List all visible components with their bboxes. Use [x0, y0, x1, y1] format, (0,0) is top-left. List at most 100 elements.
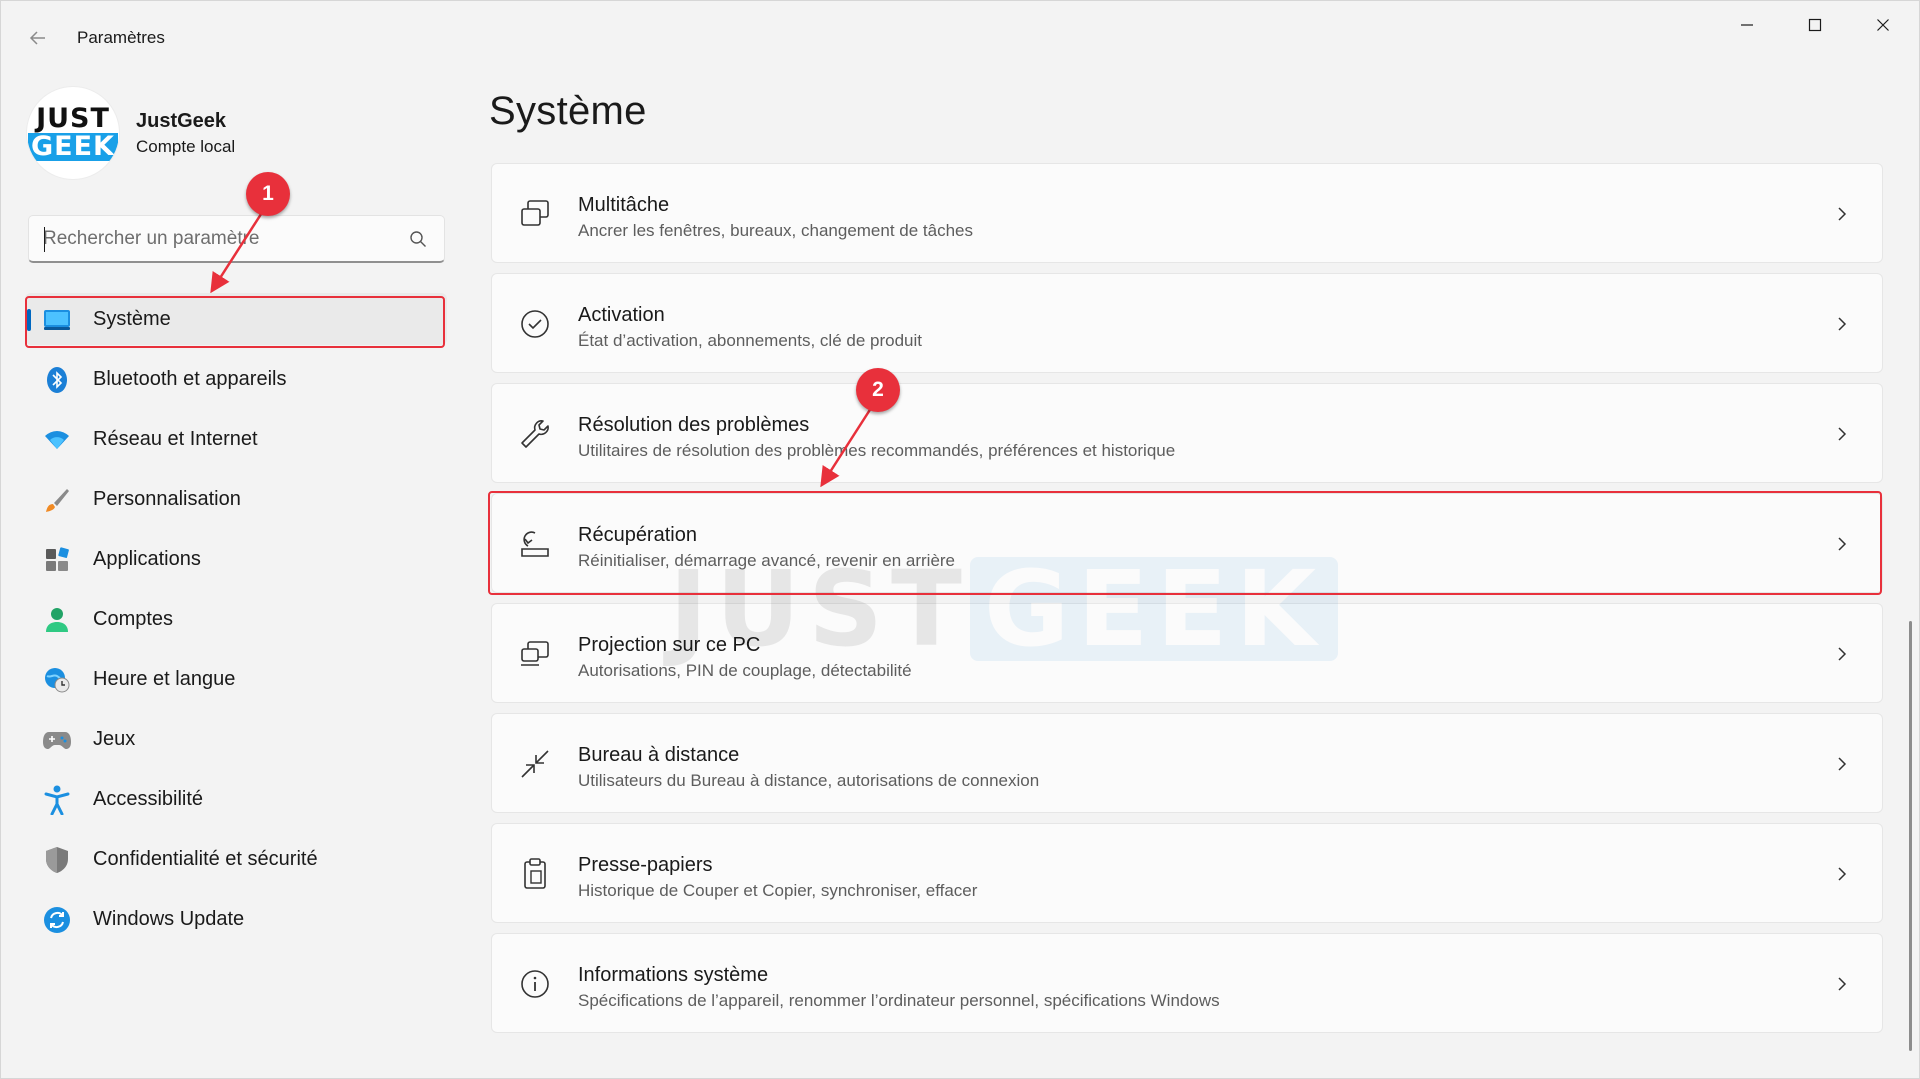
sidebar-item-comptes[interactable]: Comptes: [25, 593, 447, 645]
maximize-icon: [1808, 18, 1822, 32]
clipboard-icon: [524, 858, 546, 889]
brush-icon: [43, 486, 71, 514]
sidebar-item-accessibilite[interactable]: Accessibilité: [25, 773, 447, 825]
card-subtitle: Utilisateurs du Bureau à distance, autor…: [578, 771, 1040, 790]
card-resolution-problemes[interactable]: Résolution des problèmes Utilitaires de …: [491, 383, 1883, 483]
user-profile[interactable]: JUST GEEK JustGeek Compte local: [27, 87, 447, 179]
card-title: Multitâche: [578, 194, 670, 216]
card-projection[interactable]: Projection sur ce PC Autorisations, PIN …: [491, 603, 1883, 703]
apps-icon: [43, 546, 71, 574]
chevron-right-icon: [1838, 757, 1847, 771]
chevron-right-icon: [1838, 977, 1847, 991]
card-title: Activation: [578, 304, 665, 326]
search-box[interactable]: [28, 215, 445, 263]
card-title: Presse-papiers: [578, 854, 713, 876]
chevron-right-icon: [1838, 427, 1847, 441]
avatar: JUST GEEK: [27, 87, 119, 179]
wrench-icon: [521, 420, 549, 448]
sidebar-item-label: Accessibilité: [93, 788, 204, 810]
sidebar-item-heure-langue[interactable]: Heure et langue: [25, 653, 447, 705]
sidebar-item-label: Personnalisation: [93, 488, 241, 510]
accessibility-icon: [43, 785, 71, 815]
sidebar-item-confidentialite[interactable]: Confidentialité et sécurité: [25, 833, 447, 885]
sidebar-item-label: Système: [93, 308, 171, 330]
maximize-button[interactable]: [1781, 1, 1849, 49]
sidebar-item-applications[interactable]: Applications: [25, 533, 447, 585]
info-icon: [521, 970, 549, 998]
settings-card-list: Multitâche Ancrer les fenêtres, bureaux,…: [491, 163, 1883, 1043]
card-title: Récupération: [578, 524, 697, 546]
sidebar-item-label: Réseau et Internet: [93, 428, 258, 450]
card-subtitle: Spécifications de l’appareil, renommer l…: [578, 991, 1220, 1010]
sidebar-item-label: Windows Update: [93, 908, 245, 930]
remote-desktop-icon: [521, 750, 549, 778]
search-input[interactable]: [43, 225, 393, 253]
card-subtitle: Ancrer les fenêtres, bureaux, changement…: [578, 221, 974, 240]
avatar-logo-line2: GEEK: [28, 133, 118, 161]
sidebar-item-personnalisation[interactable]: Personnalisation: [25, 473, 447, 525]
chevron-right-icon: [1838, 867, 1847, 881]
card-title: Résolution des problèmes: [578, 414, 810, 436]
close-icon: [1877, 19, 1889, 31]
sidebar-item-jeux[interactable]: Jeux: [25, 713, 447, 765]
card-bureau-distance[interactable]: Bureau à distance Utilisateurs du Bureau…: [491, 713, 1883, 813]
card-title: Bureau à distance: [578, 744, 740, 766]
close-button[interactable]: [1849, 1, 1917, 49]
annotation-badge-2: 2: [856, 368, 900, 412]
profile-name: JustGeek: [136, 110, 227, 132]
sidebar-item-label: Applications: [93, 548, 201, 570]
avatar-logo-line1: JUST: [36, 103, 110, 134]
update-icon: [43, 906, 71, 934]
card-subtitle: Utilitaires de résolution des problèmes …: [578, 441, 1176, 460]
card-subtitle: État d’activation, abonnements, clé de p…: [578, 331, 922, 350]
minimize-button[interactable]: [1713, 1, 1781, 49]
card-activation[interactable]: Activation État d’activation, abonnement…: [491, 273, 1883, 373]
search-icon[interactable]: [408, 229, 428, 249]
gamepad-icon: [43, 726, 71, 754]
sidebar-item-systeme[interactable]: Système: [25, 293, 447, 345]
settings-window: Paramètres JUST GEEK JustGeek Compte loc…: [0, 0, 1920, 1079]
back-button[interactable]: [21, 21, 55, 55]
projection-icon: [521, 641, 549, 666]
text-caret: [44, 227, 45, 252]
scrollbar[interactable]: [1909, 621, 1912, 1051]
profile-account-type: Compte local: [136, 137, 236, 156]
sidebar-nav: Système Bluetooth et appareils Réseau et…: [25, 293, 447, 953]
page-title: Système: [489, 89, 647, 133]
card-title: Projection sur ce PC: [578, 634, 761, 656]
chevron-right-icon: [1838, 317, 1847, 331]
arrow-left-icon: [29, 31, 45, 45]
annotation-badge-1: 1: [246, 172, 290, 216]
check-circle-icon: [521, 310, 549, 338]
sidebar-item-bluetooth[interactable]: Bluetooth et appareils: [25, 353, 447, 405]
minimize-icon: [1741, 24, 1753, 26]
globe-clock-icon: [43, 666, 71, 694]
app-title: Paramètres: [77, 28, 165, 47]
sidebar-item-label: Comptes: [93, 608, 174, 630]
card-recuperation[interactable]: Récupération Réinitialiser, démarrage av…: [491, 493, 1883, 593]
system-icon: [43, 306, 71, 334]
chevron-right-icon: [1838, 537, 1847, 551]
sidebar-item-label: Jeux: [93, 728, 136, 750]
card-informations-systeme[interactable]: Informations système Spécifications de l…: [491, 933, 1883, 1033]
sidebar-item-label: Heure et langue: [93, 668, 236, 690]
card-multitache[interactable]: Multitâche Ancrer les fenêtres, bureaux,…: [491, 163, 1883, 263]
shield-icon: [43, 846, 71, 874]
active-indicator: [27, 309, 31, 331]
chevron-right-icon: [1838, 647, 1847, 661]
card-subtitle: Réinitialiser, démarrage avancé, revenir…: [578, 551, 956, 570]
sidebar-item-label: Bluetooth et appareils: [93, 368, 287, 390]
title-bar: Paramètres: [1, 1, 1920, 73]
sidebar-item-windows-update[interactable]: Windows Update: [25, 893, 447, 945]
card-subtitle: Autorisations, PIN de couplage, détectab…: [578, 661, 912, 680]
person-icon: [43, 606, 71, 634]
wifi-icon: [43, 426, 71, 454]
bluetooth-icon: [43, 366, 71, 394]
recovery-icon: [521, 531, 549, 557]
card-subtitle: Historique de Couper et Copier, synchron…: [578, 881, 978, 900]
card-title: Informations système: [578, 964, 769, 986]
sidebar-item-reseau[interactable]: Réseau et Internet: [25, 413, 447, 465]
multitask-icon: [521, 200, 549, 226]
sidebar-item-label: Confidentialité et sécurité: [93, 848, 318, 870]
card-presse-papiers[interactable]: Presse-papiers Historique de Couper et C…: [491, 823, 1883, 923]
